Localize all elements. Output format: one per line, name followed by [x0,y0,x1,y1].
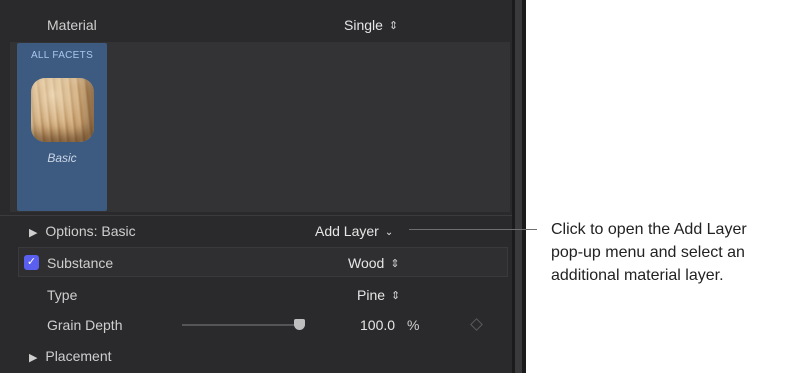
material-mode-popup[interactable]: Single ⇕ [344,17,398,33]
material-swatch-icon[interactable] [31,78,94,142]
options-row: ▶ Options: Basic Add Layer ⌄ [0,216,512,246]
callout-line [409,229,537,230]
all-facets-title: ALL FACETS [30,50,94,61]
grain-depth-slider[interactable] [182,324,302,326]
substance-checkbox[interactable]: ✓ [24,255,39,270]
keyframe-diamond-icon[interactable] [470,318,483,331]
options-disclosure[interactable]: ▶ Options: Basic [29,223,136,239]
type-value: Pine [357,287,386,303]
placement-disclosure[interactable]: ▶ Placement [29,348,112,364]
updown-arrows-icon: ⇕ [390,258,400,270]
options-label: Options: Basic [45,223,136,239]
material-label: Material [47,17,97,33]
substance-popup[interactable]: Wood ⇕ [348,255,400,271]
updown-arrows-icon: ⇕ [391,290,401,302]
type-popup[interactable]: Pine ⇕ [357,287,400,303]
substance-value: Wood [348,255,385,271]
material-mode-value: Single [344,17,383,33]
material-row: Material Single ⇕ [0,0,512,40]
add-layer-label: Add Layer [315,223,379,239]
chevron-down-icon: ⌄ [384,227,394,238]
substance-label: Substance [47,255,114,271]
type-label: Type [47,287,78,303]
grain-depth-unit: % [406,317,420,333]
add-layer-popup[interactable]: Add Layer ⌄ [315,223,393,239]
grain-depth-value: 100.0 [360,317,396,333]
callout-text: Click to open the Add Layer pop-up menu … [551,218,801,287]
facet-material-name: Basic [47,151,77,165]
callout-line-1: Click to open the Add Layer [551,221,747,238]
placement-label: Placement [45,348,112,364]
grain-depth-slider-handle[interactable] [294,319,305,330]
grain-depth-label: Grain Depth [47,317,123,333]
disclosure-triangle-icon: ▶ [29,227,38,239]
updown-arrows-icon: ⇕ [388,20,399,32]
inspector-panel: Material Single ⇕ ALL FACETS Basic ▶ Opti… [0,0,512,373]
disclosure-triangle-icon: ▶ [29,352,38,364]
callout-line-2: pop-up menu and select an [551,244,745,261]
grain-depth-field[interactable]: 100.0 % [360,317,419,333]
checkmark-icon: ✓ [26,256,37,268]
callout-line-3: additional material layer. [551,267,724,284]
scrollbar-thumb[interactable] [515,0,522,373]
